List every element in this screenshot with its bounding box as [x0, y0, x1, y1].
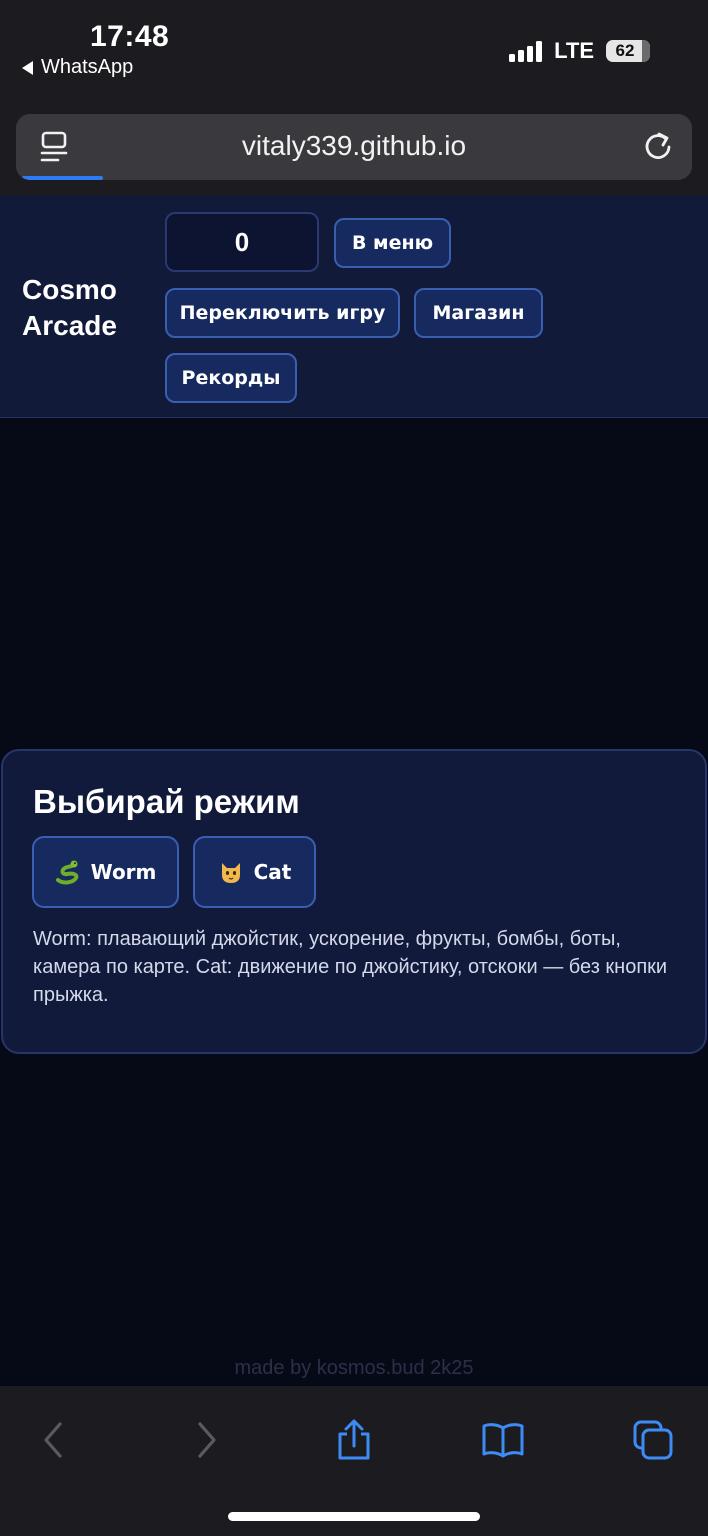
- cat-mode-label: Cat: [253, 860, 292, 884]
- shop-button[interactable]: Магазин: [414, 288, 543, 338]
- browser-chrome: 17:48 WhatsApp LTE 62 vitaly339.github.i…: [0, 0, 708, 196]
- home-indicator[interactable]: [228, 1512, 480, 1521]
- forward-icon[interactable]: [184, 1418, 228, 1462]
- url-text[interactable]: vitaly339.github.io: [16, 130, 692, 162]
- worm-mode-button[interactable]: Worm: [32, 836, 179, 908]
- panel-title: Выбирай режим: [33, 783, 300, 820]
- menu-button[interactable]: В меню: [334, 218, 451, 268]
- cat-mode-button[interactable]: Cat: [193, 836, 316, 908]
- share-icon[interactable]: [332, 1418, 376, 1462]
- cat-icon: [221, 863, 240, 883]
- status-time: 17:48: [90, 20, 170, 53]
- bookmarks-icon[interactable]: [481, 1418, 525, 1462]
- brand-line-2: Arcade: [22, 310, 117, 341]
- reload-icon[interactable]: [642, 130, 674, 162]
- tabs-icon[interactable]: [631, 1418, 675, 1462]
- records-button[interactable]: Рекорды: [165, 353, 297, 403]
- load-progress-bar: [22, 176, 103, 180]
- worm-mode-label: Worm: [90, 860, 157, 884]
- back-to-app-link[interactable]: WhatsApp: [22, 56, 133, 79]
- address-bar[interactable]: vitaly339.github.io: [16, 114, 692, 180]
- back-app-label: WhatsApp: [41, 56, 134, 78]
- footer-credit: made by kosmos.bud 2k25: [234, 1357, 474, 1379]
- signal-icon: [509, 40, 543, 62]
- back-icon[interactable]: [32, 1418, 76, 1462]
- back-triangle-icon: [22, 60, 33, 75]
- mode-description: Worm: плавающий джойстик, ускорение, фру…: [33, 928, 668, 1006]
- browser-toolbar: [0, 1386, 708, 1536]
- network-type: LTE: [554, 38, 594, 63]
- mode-select-panel: Выбирай режим Worm Cat Worm: плавающий д…: [1, 749, 707, 1054]
- status-indicators: LTE 62: [509, 38, 650, 64]
- battery-icon: 62: [606, 40, 650, 62]
- battery-level: 62: [615, 41, 635, 60]
- brand-title: Cosmo Arcade: [22, 272, 117, 344]
- score-display: 0: [165, 212, 319, 272]
- brand-line-1: Cosmo: [22, 274, 117, 305]
- switch-game-button[interactable]: Переключить игру: [165, 288, 400, 338]
- snake-icon: [55, 860, 78, 885]
